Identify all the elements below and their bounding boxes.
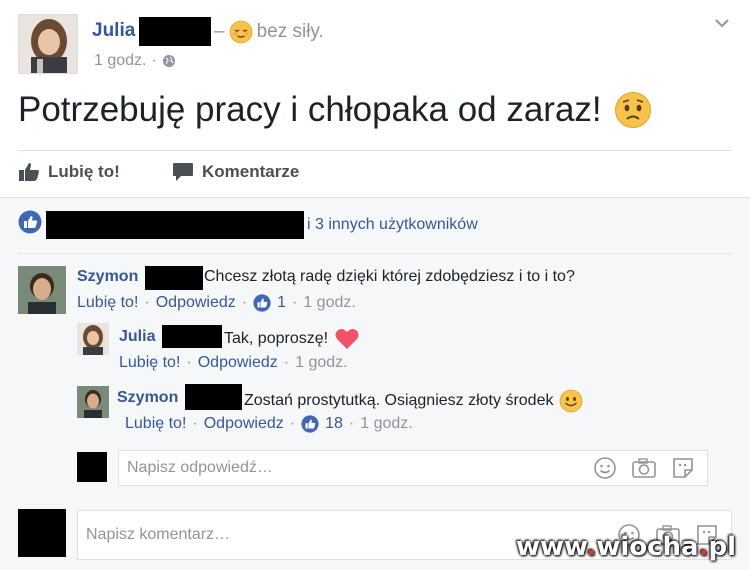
reply-reply-link[interactable]: Odpowiedz	[204, 415, 284, 433]
post-meta: 1 godz. ·	[94, 52, 176, 70]
comment-text: Chcesz złotą radę dzięki której zdobędzi…	[204, 268, 575, 285]
current-user-avatar	[77, 452, 107, 482]
reply-input[interactable]: Napisz odpowiedź…	[118, 450, 708, 486]
post-body: Potrzebuję pracy i chłopaka od zaraz!	[18, 90, 652, 130]
feeling-text: bez siły.	[256, 21, 324, 42]
sticker-icon[interactable]	[671, 456, 695, 480]
site-watermark: www.wiocha.pl	[516, 532, 736, 562]
reply-timestamp[interactable]: 1 godz.	[360, 415, 412, 433]
post-author-name[interactable]: Julia	[92, 20, 135, 42]
relieved-emoji-icon	[229, 20, 252, 44]
comment-reply-link[interactable]: Odpowiedz	[156, 294, 236, 312]
globe-icon[interactable]	[162, 54, 176, 68]
current-user-avatar	[18, 509, 66, 557]
reply-reply-link[interactable]: Odpowiedz	[198, 354, 278, 372]
like-reaction-icon	[301, 415, 319, 433]
like-button[interactable]: Lubię to!	[18, 162, 120, 182]
post-timestamp[interactable]: 1 godz.	[94, 52, 146, 70]
redacted-surname	[145, 266, 203, 290]
redacted-surname	[185, 384, 242, 410]
reply-like-count[interactable]: 18	[325, 415, 343, 433]
likes-others-text[interactable]: i 3 innych użytkowników	[307, 216, 478, 234]
like-reaction-icon	[253, 294, 271, 312]
reply-meta: Lubię to! · Odpowiedz · 18 · 1 godz.	[125, 415, 413, 433]
divider	[18, 150, 732, 151]
like-reaction-icon	[18, 210, 42, 234]
post-options-chevron-icon[interactable]	[712, 14, 732, 32]
reply-timestamp[interactable]: 1 godz.	[295, 354, 347, 372]
author-avatar[interactable]	[18, 14, 78, 74]
reply-text: Tak, poproszę!	[224, 328, 360, 350]
post-text: Potrzebuję pracy i chłopaka od zaraz!	[18, 90, 602, 129]
redacted-names	[46, 211, 304, 239]
redacted-surname	[162, 325, 222, 348]
smile-emoji-icon	[560, 389, 583, 413]
comment-timestamp[interactable]: 1 godz.	[303, 294, 355, 312]
emoji-picker-icon[interactable]	[593, 456, 617, 480]
reply-avatar[interactable]	[77, 323, 109, 355]
thumbs-up-icon	[19, 163, 39, 181]
worried-emoji-icon	[614, 92, 651, 128]
reply-author-name[interactable]: Szymon	[117, 389, 178, 407]
reply-like-link[interactable]: Lubię to!	[119, 354, 180, 372]
likes-summary[interactable]	[18, 210, 42, 234]
reply-meta: Lubię to! · Odpowiedz · 1 godz.	[119, 354, 348, 372]
comment-avatar[interactable]	[18, 266, 66, 314]
reply-author-name[interactable]: Julia	[119, 328, 155, 346]
reply-input-icons	[593, 456, 695, 480]
heart-icon	[335, 329, 359, 349]
comment-meta: Lubię to! · Odpowiedz · 1 · 1 godz.	[77, 294, 356, 312]
redacted-surname	[139, 17, 211, 46]
comment-like-count[interactable]: 1	[277, 294, 286, 312]
comment-bubble-icon	[173, 163, 193, 181]
feeling-dash: –	[214, 21, 225, 42]
comment-author-name[interactable]: Szymon	[77, 268, 138, 286]
comment-button[interactable]: Komentarze	[172, 162, 299, 182]
post-feeling: – bez siły.	[214, 20, 324, 44]
divider	[18, 253, 732, 254]
camera-icon[interactable]	[631, 456, 657, 480]
reply-like-link[interactable]: Lubię to!	[125, 415, 186, 433]
reply-avatar[interactable]	[77, 386, 109, 418]
comment-like-link[interactable]: Lubię to!	[77, 294, 138, 312]
reply-text: Zostań prostytutką. Osiągniesz złoty śro…	[244, 389, 583, 413]
